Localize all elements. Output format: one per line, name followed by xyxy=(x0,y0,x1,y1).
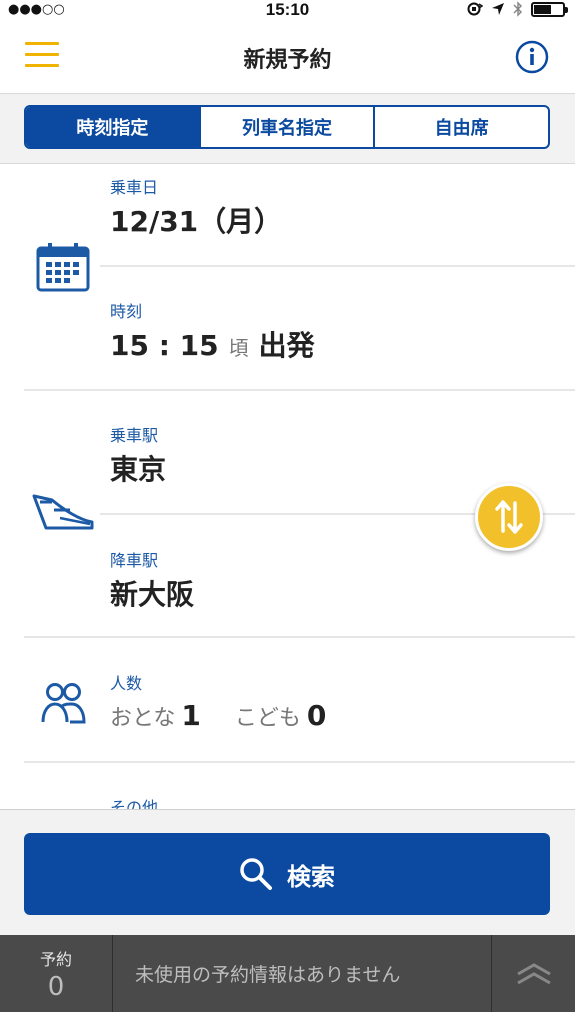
departure-station[interactable]: 東京 xyxy=(110,448,166,488)
status-bar: ●●●○○ 15:10 xyxy=(0,0,575,20)
divider xyxy=(24,389,575,391)
tab-unreserved[interactable]: 自由席 xyxy=(373,107,548,147)
other-label[interactable]: その他 xyxy=(110,794,158,809)
calendar-icon xyxy=(36,243,90,292)
time-label: 時刻 xyxy=(110,302,143,321)
divider xyxy=(24,761,575,763)
reservation-count: 0 xyxy=(47,971,65,1002)
child-label: こども xyxy=(234,706,301,731)
battery-level xyxy=(534,4,551,14)
adult-label: おとな xyxy=(110,706,176,731)
time-approx: 頃 xyxy=(228,336,249,360)
date-value[interactable]: 12/31（月） xyxy=(110,200,282,240)
navigation-bar: 新規予約 xyxy=(0,20,575,94)
status-time: 15:10 xyxy=(265,0,310,19)
page-title: 新規予約 xyxy=(243,48,332,73)
search-icon xyxy=(240,858,272,890)
adult-count: 1 xyxy=(181,699,201,732)
reservation-label: 予約 xyxy=(39,949,72,969)
reservation-message: 未使用の予約情報はありません xyxy=(135,964,401,986)
search-mode-tabs: 時刻指定 列車名指定 自由席 xyxy=(24,105,550,149)
departure-label: 乗車駅 xyxy=(110,426,159,445)
reservation-form: 乗車日 12/31（月） 時刻 15 : 15 頃 出発 乗車駅 東京 降車駅 … xyxy=(0,164,575,809)
bluetooth-icon xyxy=(513,1,523,17)
time-field[interactable]: 15 : 15 頃 出発 xyxy=(110,324,315,364)
tab-train-name[interactable]: 列車名指定 xyxy=(198,107,374,147)
double-chevron-up-icon xyxy=(516,962,551,984)
location-icon xyxy=(492,3,504,15)
swap-stations-button[interactable] xyxy=(475,483,543,551)
passenger-count[interactable]: おとな 1 こども 0 xyxy=(110,699,360,732)
search-area: 検索 xyxy=(0,809,575,935)
info-icon[interactable] xyxy=(515,40,549,74)
reservation-count-panel[interactable]: 予約 0 xyxy=(0,935,113,1012)
search-mode-bar: 時刻指定 列車名指定 自由席 xyxy=(0,94,575,164)
swap-arrows-icon xyxy=(495,500,523,534)
tab-time[interactable]: 時刻指定 xyxy=(26,107,199,147)
divider xyxy=(24,636,575,638)
arrival-label: 降車駅 xyxy=(110,551,159,570)
battery-icon xyxy=(531,1,568,17)
orientation-lock-icon xyxy=(467,2,483,16)
status-icons xyxy=(465,1,568,17)
child-count: 0 xyxy=(306,699,327,732)
time-direction: 出発 xyxy=(258,329,315,362)
train-icon xyxy=(32,494,94,530)
date-label: 乗車日 xyxy=(110,178,159,197)
expand-panel-button[interactable] xyxy=(491,935,575,1012)
search-button[interactable]: 検索 xyxy=(24,833,550,915)
signal-strength: ●●●○○ xyxy=(8,2,65,17)
time-value: 15 : 15 xyxy=(110,329,219,362)
arrival-station[interactable]: 新大阪 xyxy=(110,573,194,613)
reservation-status-bar: 予約 0 未使用の予約情報はありません xyxy=(0,935,575,1012)
passengers-icon xyxy=(41,683,86,724)
divider xyxy=(100,265,575,267)
passengers-label: 人数 xyxy=(110,674,143,693)
search-label: 検索 xyxy=(287,862,335,891)
